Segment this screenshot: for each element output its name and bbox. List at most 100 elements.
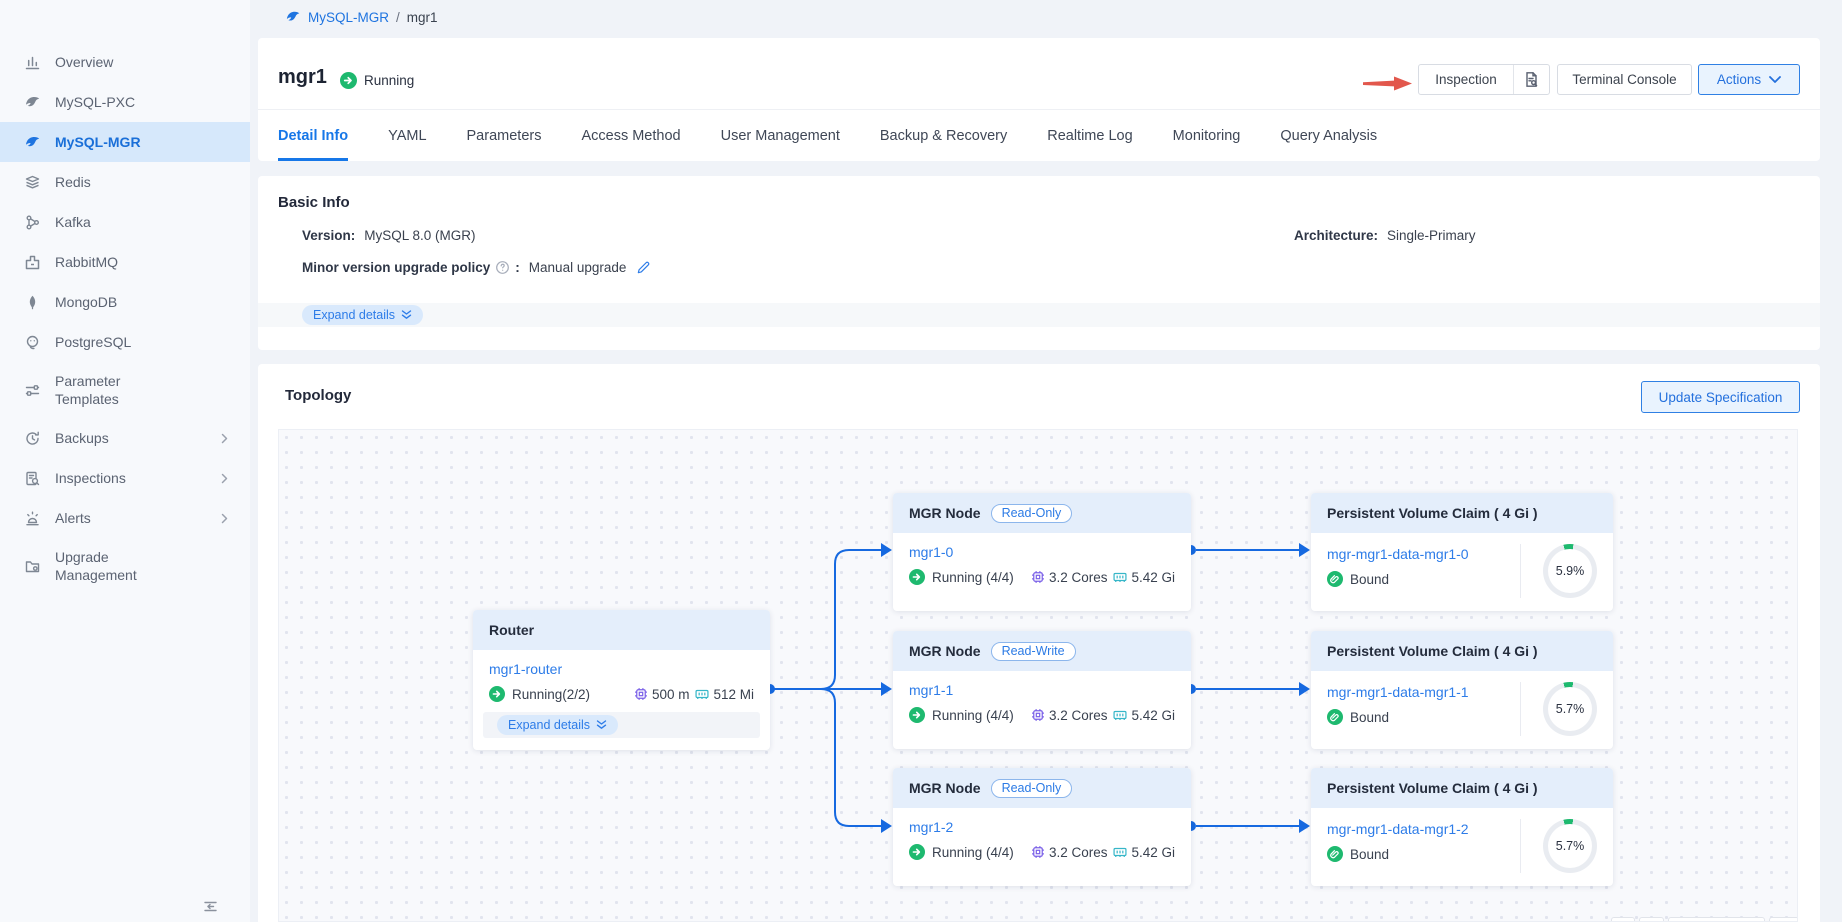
- tab-yaml[interactable]: YAML: [388, 110, 426, 161]
- sidebar-item-rabbitmq[interactable]: RabbitMQ: [0, 242, 250, 282]
- sidebar-item-label: Overview: [55, 53, 187, 71]
- tabs-bar: Detail Info YAML Parameters Access Metho…: [278, 110, 1377, 161]
- node-status-text: Running (4/4): [932, 708, 1014, 723]
- tab-monitoring[interactable]: Monitoring: [1173, 110, 1241, 161]
- tab-parameters[interactable]: Parameters: [467, 110, 542, 161]
- expand-details-button[interactable]: Expand details: [302, 305, 423, 325]
- inspection-button[interactable]: Inspection: [1419, 65, 1513, 94]
- tab-realtime-log[interactable]: Realtime Log: [1047, 110, 1132, 161]
- update-specification-button[interactable]: Update Specification: [1641, 381, 1800, 413]
- pvc-type-label: Persistent Volume Claim ( 4 Gi ): [1327, 780, 1538, 796]
- sidebar-item-label: MySQL-PXC: [55, 93, 187, 111]
- sidebar-item-mysql-pxc[interactable]: MySQL-PXC: [0, 82, 250, 122]
- inspection-report-button[interactable]: [1513, 65, 1549, 94]
- sidebar-item-kafka[interactable]: Kafka: [0, 202, 250, 242]
- architecture-value: Single-Primary: [1387, 228, 1476, 243]
- node-cpu-value: 3.2 Cores: [1049, 570, 1108, 585]
- node-status-text: Running (4/4): [932, 845, 1014, 860]
- pvc-info: mgr-mgr1-data-mgr1-2 Bound: [1327, 819, 1521, 873]
- chevron-right-icon: [219, 513, 230, 524]
- breadcrumb-current: mgr1: [407, 10, 438, 25]
- cpu-icon: [633, 686, 649, 702]
- cpu-icon: [1030, 844, 1046, 860]
- pvc-card: Persistent Volume Claim ( 4 Gi ) mgr-mgr…: [1311, 493, 1613, 611]
- pvc-header: Persistent Volume Claim ( 4 Gi ): [1311, 493, 1613, 533]
- router-name-link[interactable]: mgr1-router: [489, 661, 562, 677]
- topology-canvas: Router mgr1-router Running(2/2) 500 m: [278, 429, 1798, 922]
- sidebar-item-postgresql[interactable]: PostgreSQL: [0, 322, 250, 362]
- backup-restore-icon: [24, 430, 41, 447]
- pvc-usage-value: 5.7%: [1556, 702, 1585, 716]
- bound-status-icon: [1327, 846, 1343, 862]
- node-name-link[interactable]: mgr1-1: [909, 682, 953, 698]
- pvc-info: mgr-mgr1-data-mgr1-1 Bound: [1327, 682, 1521, 736]
- router-status-text: Running(2/2): [512, 687, 590, 702]
- pvc-header: Persistent Volume Claim ( 4 Gi ): [1311, 631, 1613, 671]
- chevron-down-icon: [1769, 76, 1781, 84]
- sidebar-item-redis[interactable]: Redis: [0, 162, 250, 202]
- sidebar: Overview MySQL-PXC MySQL-MGR Redis Kafka…: [0, 0, 250, 922]
- pvc-info: mgr-mgr1-data-mgr1-0 Bound: [1327, 544, 1521, 598]
- architecture-row: Architecture: Single-Primary: [1294, 228, 1476, 243]
- basic-info-card: Basic Info Version: MySQL 8.0 (MGR) Arch…: [258, 176, 1820, 350]
- actions-button[interactable]: Actions: [1698, 64, 1800, 95]
- cpu-icon: [1030, 569, 1046, 585]
- pvc-status: Bound: [1327, 571, 1520, 587]
- pvc-name-link[interactable]: mgr-mgr1-data-mgr1-2: [1327, 821, 1469, 837]
- sidebar-item-alerts[interactable]: Alerts: [0, 498, 250, 538]
- pvc-usage-value: 5.7%: [1556, 839, 1585, 853]
- tab-detail-info[interactable]: Detail Info: [278, 110, 348, 161]
- sidebar-item-upgrade-management[interactable]: Upgrade Management: [0, 538, 250, 594]
- tab-user-management[interactable]: User Management: [721, 110, 840, 161]
- mgr-node-body: mgr1-1 Running (4/4) 3.2 Cores 5.42 Gi: [893, 671, 1191, 735]
- canvas-control-button[interactable]: [1639, 917, 1664, 922]
- canvas-control-button[interactable]: [1611, 917, 1635, 922]
- breadcrumb-parent-link[interactable]: MySQL-MGR: [308, 10, 389, 25]
- tab-backup-recovery[interactable]: Backup & Recovery: [880, 110, 1007, 161]
- mgr-node-type-label: MGR Node: [909, 643, 981, 659]
- breadcrumb: MySQL-MGR / mgr1: [285, 9, 438, 25]
- node-memory-value: 5.42 Gi: [1131, 570, 1175, 585]
- pvc-name-link[interactable]: mgr-mgr1-data-mgr1-1: [1327, 684, 1469, 700]
- topology-title: Topology: [285, 387, 351, 404]
- document-search-icon: [1523, 71, 1540, 88]
- sidebar-item-mysql-mgr[interactable]: MySQL-MGR: [0, 122, 250, 162]
- double-chevron-down-icon: [596, 720, 607, 730]
- node-name-link[interactable]: mgr1-2: [909, 819, 953, 835]
- terminal-console-button[interactable]: Terminal Console: [1557, 64, 1692, 95]
- upgrade-policy-label: Minor version upgrade policy: [302, 260, 490, 275]
- mgr-node-type-label: MGR Node: [909, 505, 981, 521]
- mgr-node-body: mgr1-0 Running (4/4) 3.2 Cores 5.42 Gi: [893, 533, 1191, 597]
- sidebar-item-overview[interactable]: Overview: [0, 42, 250, 82]
- tab-access-method[interactable]: Access Method: [581, 110, 680, 161]
- router-status: Running(2/2): [489, 686, 590, 702]
- pvc-usage-gauge: 5.9%: [1543, 544, 1597, 598]
- architecture-label: Architecture:: [1294, 228, 1378, 243]
- router-cpu-value: 500 m: [652, 687, 690, 702]
- node-graph-icon: [24, 214, 41, 231]
- sidebar-item-inspections[interactable]: Inspections: [0, 458, 250, 498]
- router-expand-details-button[interactable]: Expand details: [497, 715, 618, 735]
- memory-icon: [1112, 707, 1128, 723]
- upgrade-policy-value: Manual upgrade: [529, 260, 627, 275]
- router-card: Router mgr1-router Running(2/2) 500 m: [473, 610, 770, 750]
- node-meta-row: Running (4/4) 3.2 Cores 5.42 Gi: [909, 707, 1177, 723]
- layers-icon: [24, 174, 41, 191]
- sidebar-item-backups[interactable]: Backups: [0, 418, 250, 458]
- node-resources: 3.2 Cores 5.42 Gi: [1030, 569, 1177, 585]
- canvas-control-button[interactable]: [1668, 917, 1765, 922]
- sidebar-item-parameter-templates[interactable]: Parameter Templates: [0, 362, 250, 418]
- node-name-link[interactable]: mgr1-0: [909, 544, 953, 560]
- sidebar-collapse-button[interactable]: [200, 896, 220, 916]
- bound-status-icon: [1327, 571, 1343, 587]
- pvc-body: mgr-mgr1-data-mgr1-2 Bound 5.7%: [1311, 808, 1613, 885]
- sidebar-item-mongodb[interactable]: MongoDB: [0, 282, 250, 322]
- page: Overview MySQL-PXC MySQL-MGR Redis Kafka…: [0, 0, 1842, 922]
- pvc-name-link[interactable]: mgr-mgr1-data-mgr1-0: [1327, 546, 1469, 562]
- node-status: Running (4/4): [909, 844, 1014, 860]
- edit-pencil-icon[interactable]: [636, 260, 651, 275]
- tab-query-analysis[interactable]: Query Analysis: [1280, 110, 1377, 161]
- mgr-node-type-label: MGR Node: [909, 780, 981, 796]
- canvas-control-button[interactable]: [1769, 917, 1798, 922]
- version-row: Version: MySQL 8.0 (MGR): [302, 228, 476, 243]
